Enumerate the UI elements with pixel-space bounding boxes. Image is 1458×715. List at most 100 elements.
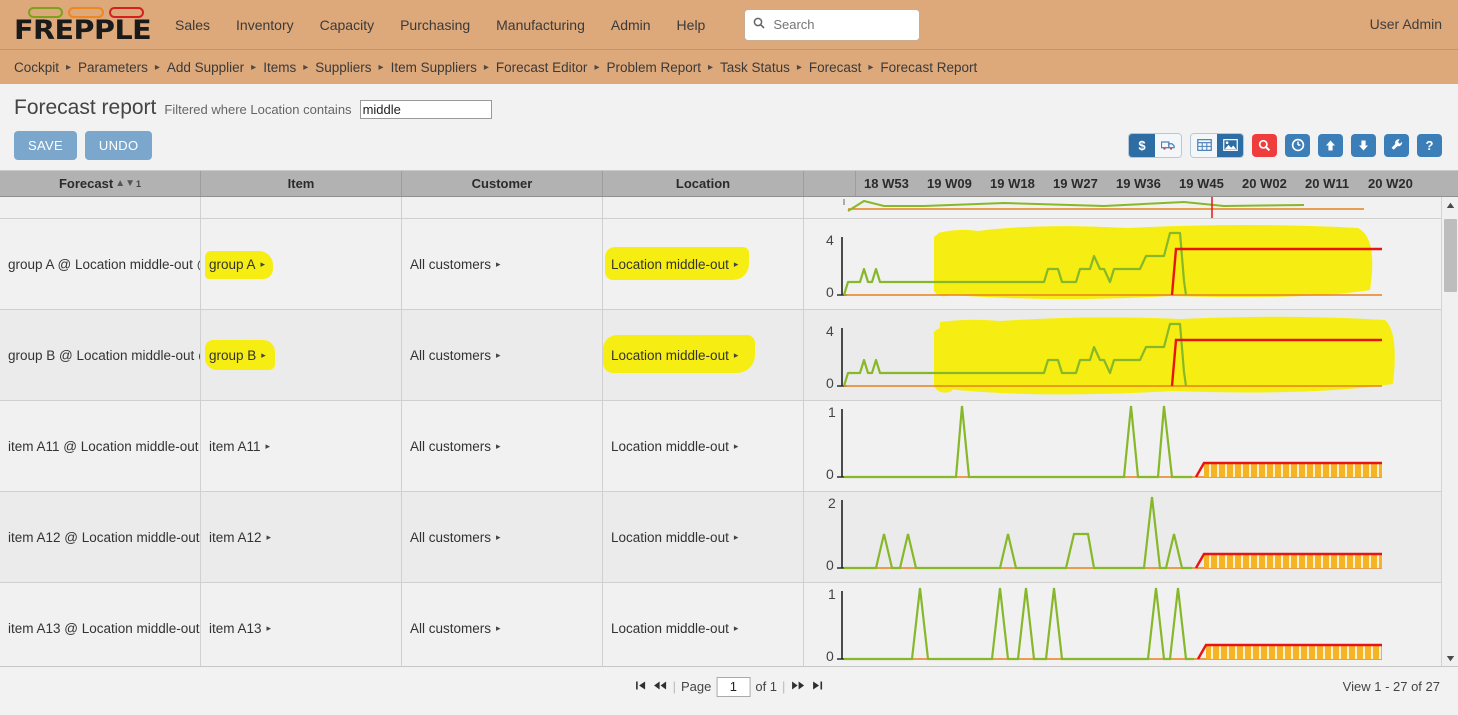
customer-expand-icon[interactable]: ▸ <box>496 441 501 452</box>
forecast-name: group B @ Location middle-out @ <box>8 347 201 363</box>
cell-item[interactable]: group B ▸ <box>201 310 402 400</box>
cell-item[interactable]: item A13 ▸ <box>201 583 402 666</box>
breadcrumb-item-problem-report[interactable]: Problem Report <box>606 60 701 75</box>
column-header-location[interactable]: Location <box>603 171 804 196</box>
truck-icon[interactable] <box>1155 133 1181 157</box>
breadcrumb-item-cockpit[interactable]: Cockpit <box>14 60 59 75</box>
cell-chart[interactable]: 1 0 <box>804 401 1441 491</box>
location-expand-icon[interactable]: ▸ <box>734 623 739 634</box>
location-expand-icon[interactable]: ▸ <box>734 441 739 452</box>
cell-chart[interactable]: 1 0 <box>804 583 1441 666</box>
item-expand-icon[interactable]: ▸ <box>267 532 272 543</box>
location-expand-icon[interactable]: ▸ <box>734 532 739 543</box>
grid-icon[interactable] <box>1191 133 1217 157</box>
cell-location[interactable]: Location middle-out ▸ <box>603 219 804 309</box>
forecast-name: group A @ Location middle-out @ <box>8 256 201 272</box>
location-filter-input[interactable] <box>359 100 492 119</box>
breadcrumb-item-forecast[interactable]: Forecast <box>809 60 862 75</box>
cell-customer[interactable]: All customers ▸ <box>402 583 603 666</box>
item-expand-icon[interactable]: ▸ <box>261 259 266 270</box>
column-header-item[interactable]: Item <box>201 171 402 196</box>
breadcrumb-item-forecast-report[interactable]: Forecast Report <box>880 60 977 75</box>
item-expand-icon[interactable]: ▸ <box>267 623 272 634</box>
next-page-icon[interactable] <box>790 679 805 694</box>
search-box[interactable] <box>744 8 921 41</box>
nav-item-manufacturing[interactable]: Manufacturing <box>483 13 598 37</box>
search-input[interactable] <box>771 16 912 33</box>
location-expand-icon[interactable]: ▸ <box>734 350 739 361</box>
breadcrumb-item-task-status[interactable]: Task Status <box>720 60 790 75</box>
cell-customer[interactable]: All customers ▸ <box>402 310 603 400</box>
cell-customer[interactable]: All customers ▸ <box>402 219 603 309</box>
frepple-logo[interactable]: FREPPLE <box>14 6 152 44</box>
previous-page-icon[interactable] <box>653 679 668 694</box>
cell-customer[interactable]: All customers ▸ <box>402 401 603 491</box>
customer-expand-icon[interactable]: ▸ <box>496 259 501 270</box>
scroll-down-icon[interactable] <box>1442 650 1458 666</box>
table-row[interactable]: item A12 @ Location middle-out item A12 … <box>0 492 1441 583</box>
forecast-chart-group-a: 4 0 <box>826 225 1382 300</box>
picture-icon[interactable] <box>1217 133 1243 157</box>
nav-item-inventory[interactable]: Inventory <box>223 13 307 37</box>
filter-label: Filtered where Location contains <box>164 102 352 117</box>
clock-icon[interactable] <box>1285 133 1310 157</box>
user-menu[interactable]: User Admin <box>1370 16 1442 32</box>
cell-chart-partial[interactable] <box>804 197 1441 218</box>
date-bucket-label: 20 W20 <box>1368 176 1413 191</box>
cell-chart[interactable]: 4 0 <box>804 310 1441 400</box>
date-bucket-label: 19 W09 <box>927 176 972 191</box>
page-number-input[interactable] <box>716 676 751 697</box>
date-bucket-label: 20 W11 <box>1305 176 1350 191</box>
cell-item[interactable]: item A12 ▸ <box>201 492 402 582</box>
cell-item[interactable]: group A ▸ <box>201 219 402 309</box>
nav-item-help[interactable]: Help <box>664 13 719 37</box>
breadcrumb-item-items[interactable]: Items <box>263 60 296 75</box>
cell-chart[interactable]: 4 0 <box>804 219 1441 309</box>
question-icon[interactable]: ? <box>1417 133 1442 157</box>
wrench-icon[interactable] <box>1384 133 1409 157</box>
breadcrumb-item-forecast-editor[interactable]: Forecast Editor <box>496 60 588 75</box>
cell-location[interactable]: Location middle-out ▸ <box>603 401 804 491</box>
cell-location[interactable]: Location middle-out ▸ <box>603 492 804 582</box>
scrollbar-thumb[interactable] <box>1444 219 1457 292</box>
magnifier-icon[interactable] <box>1252 133 1277 157</box>
nav-item-purchasing[interactable]: Purchasing <box>387 13 483 37</box>
customer-expand-icon[interactable]: ▸ <box>496 532 501 543</box>
nav-item-admin[interactable]: Admin <box>598 13 664 37</box>
breadcrumb-item-add-supplier[interactable]: Add Supplier <box>167 60 244 75</box>
table-row[interactable]: group B @ Location middle-out @ group B … <box>0 310 1441 401</box>
vertical-scrollbar[interactable] <box>1441 197 1458 666</box>
cell-location[interactable]: Location middle-out ▸ <box>603 583 804 666</box>
cell-forecast: item A12 @ Location middle-out <box>0 492 201 582</box>
arrow-down-icon[interactable] <box>1351 133 1376 157</box>
breadcrumb-separator-icon: ▸ <box>251 61 257 73</box>
cell-location[interactable]: Location middle-out ▸ <box>603 310 804 400</box>
table-row[interactable] <box>0 197 1441 219</box>
column-header-forecast[interactable]: Forecast ▲▼ 1 <box>0 171 201 196</box>
nav-item-sales[interactable]: Sales <box>162 13 223 37</box>
cell-item[interactable]: item A11 ▸ <box>201 401 402 491</box>
currency-icon[interactable]: $ <box>1129 133 1155 157</box>
item-expand-icon[interactable]: ▸ <box>261 350 266 361</box>
breadcrumb-item-item-suppliers[interactable]: Item Suppliers <box>391 60 477 75</box>
customer-name: All customers <box>410 256 492 272</box>
arrow-up-icon[interactable] <box>1318 133 1343 157</box>
table-row[interactable]: item A11 @ Location middle-out item A11 … <box>0 401 1441 492</box>
breadcrumb-item-parameters[interactable]: Parameters <box>78 60 148 75</box>
location-expand-icon[interactable]: ▸ <box>734 259 739 270</box>
save-button[interactable]: SAVE <box>14 130 77 160</box>
column-header-customer[interactable]: Customer <box>402 171 603 196</box>
cell-customer[interactable]: All customers ▸ <box>402 492 603 582</box>
scroll-up-icon[interactable] <box>1442 197 1458 213</box>
nav-item-capacity[interactable]: Capacity <box>307 13 387 37</box>
item-expand-icon[interactable]: ▸ <box>266 441 271 452</box>
last-page-icon[interactable] <box>810 679 823 694</box>
cell-chart[interactable]: 2 0 <box>804 492 1441 582</box>
first-page-icon[interactable] <box>635 679 648 694</box>
table-row[interactable]: group A @ Location middle-out @ group A … <box>0 219 1441 310</box>
table-row[interactable]: item A13 @ Location middle-out item A13 … <box>0 583 1441 666</box>
customer-expand-icon[interactable]: ▸ <box>496 623 501 634</box>
breadcrumb-item-suppliers[interactable]: Suppliers <box>315 60 371 75</box>
undo-button[interactable]: UNDO <box>84 130 153 160</box>
customer-expand-icon[interactable]: ▸ <box>496 350 501 361</box>
